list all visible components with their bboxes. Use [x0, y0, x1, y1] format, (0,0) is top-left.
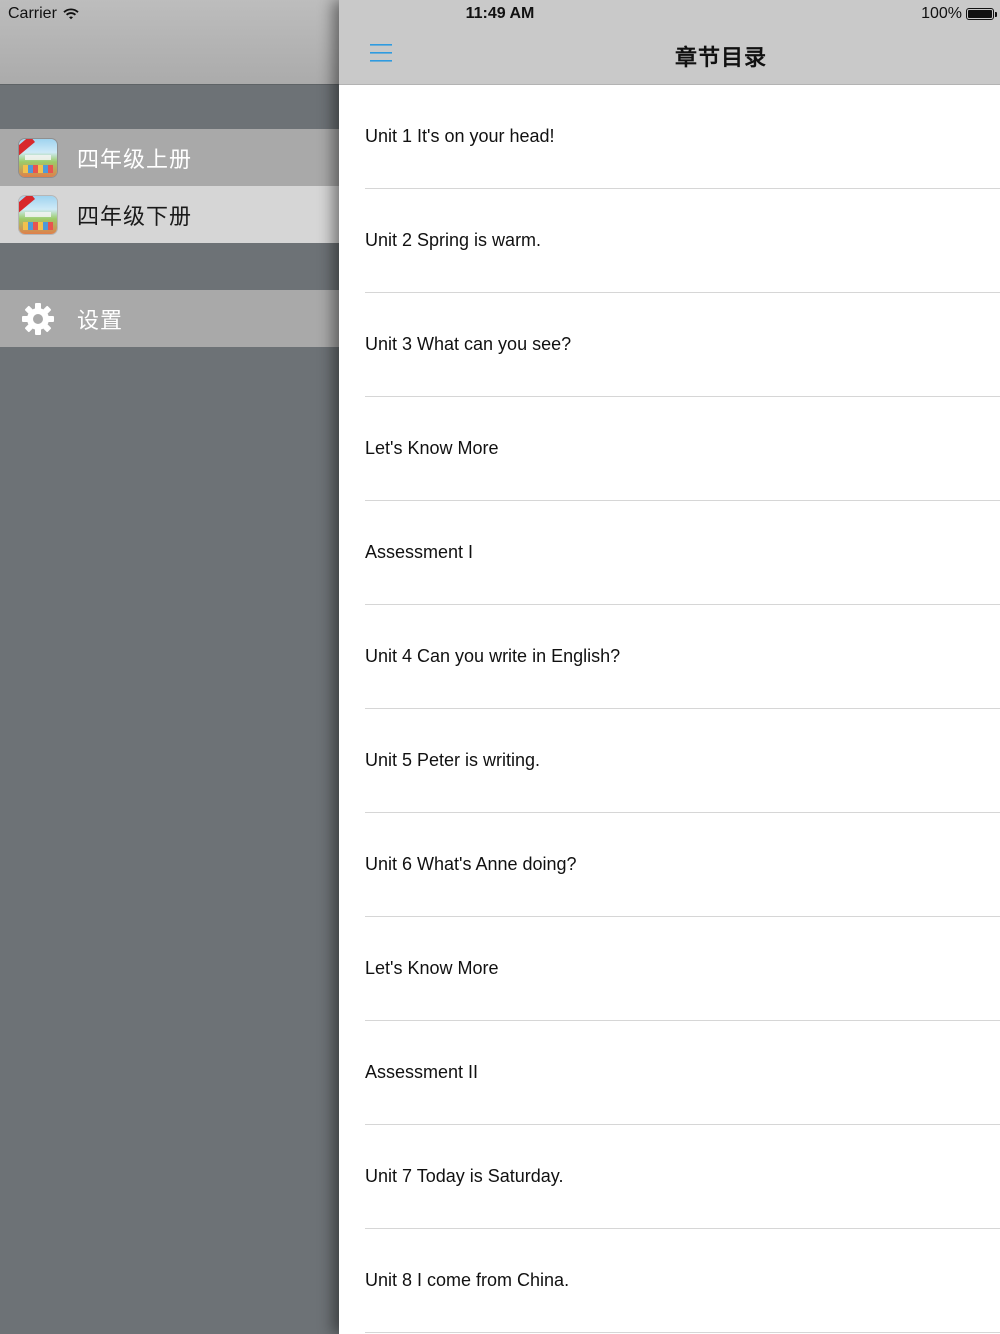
chapter-title: Unit 7 Today is Saturday. [365, 1166, 564, 1186]
battery-group: 100% [921, 5, 997, 23]
side-drawer: 四年级上册 四年级下册 设置 [0, 0, 339, 1334]
chapter-row[interactable]: Assessment I [339, 501, 1000, 605]
chapter-title: Unit 3 What can you see? [365, 334, 572, 354]
book-cover-icon [19, 195, 57, 234]
chapter-list: Unit 1 It's on your head! Unit 2 Spring i… [339, 85, 1000, 1333]
chapter-row[interactable]: Unit 4 Can you write in English? [339, 605, 1000, 709]
chapter-row[interactable]: Let's Know More [339, 917, 1000, 1021]
chapter-title: Unit 8 I come from China. [365, 1270, 570, 1290]
chapter-row[interactable]: Unit 7 Today is Saturday. [339, 1125, 1000, 1229]
book-cover-icon [19, 138, 57, 177]
row-divider [365, 1332, 1000, 1333]
drawer-item-settings[interactable]: 设置 [0, 290, 339, 347]
drawer-item-label: 设置 [77, 307, 124, 333]
battery-icon [966, 8, 997, 20]
chapter-title: Let's Know More [365, 438, 499, 458]
chapter-row[interactable]: Assessment II [339, 1021, 1000, 1125]
status-time: 11:49 AM [465, 5, 535, 22]
main-panel: 章节目录 Unit 1 It's on your head! Unit 2 Spr… [339, 0, 1000, 1334]
chapter-title: Assessment II [365, 1062, 479, 1082]
chapter-row[interactable]: Let's Know More [339, 397, 1000, 501]
drawer-item-label: 四年级上册 [77, 146, 193, 172]
chapter-title: Let's Know More [365, 958, 499, 978]
chapter-title: Unit 4 Can you write in English? [365, 646, 621, 666]
app-root: Carrier 11:49 AM 100% 四年级上册 四年级下册 设置 章节目… [0, 0, 1000, 1334]
status-bar: Carrier 11:49 AM 100% [0, 0, 1000, 28]
chapter-title: Unit 2 Spring is warm. [365, 230, 542, 250]
drawer-item-book-grade4-vol1[interactable]: 四年级上册 [0, 129, 339, 186]
gear-icon [19, 300, 57, 338]
chapter-row[interactable]: Unit 6 What's Anne doing? [339, 813, 1000, 917]
chapter-row[interactable]: Unit 5 Peter is writing. [339, 709, 1000, 813]
chapter-row[interactable]: Unit 3 What can you see? [339, 293, 1000, 397]
chapter-title: Unit 5 Peter is writing. [365, 750, 541, 770]
drawer-item-label: 四年级下册 [77, 203, 193, 229]
battery-percent: 100% [921, 5, 962, 22]
chapter-row[interactable]: Unit 1 It's on your head! [339, 85, 1000, 189]
chapter-title: Unit 6 What's Anne doing? [365, 854, 577, 874]
chapter-title: Assessment I [365, 542, 474, 562]
page-title: 章节目录 [675, 45, 768, 70]
chapter-row[interactable]: Unit 2 Spring is warm. [339, 189, 1000, 293]
drawer-item-book-grade4-vol2[interactable]: 四年级下册 [0, 186, 339, 243]
chapter-title: Unit 1 It's on your head! [365, 126, 555, 146]
chapter-row[interactable]: Unit 8 I come from China. [339, 1229, 1000, 1333]
